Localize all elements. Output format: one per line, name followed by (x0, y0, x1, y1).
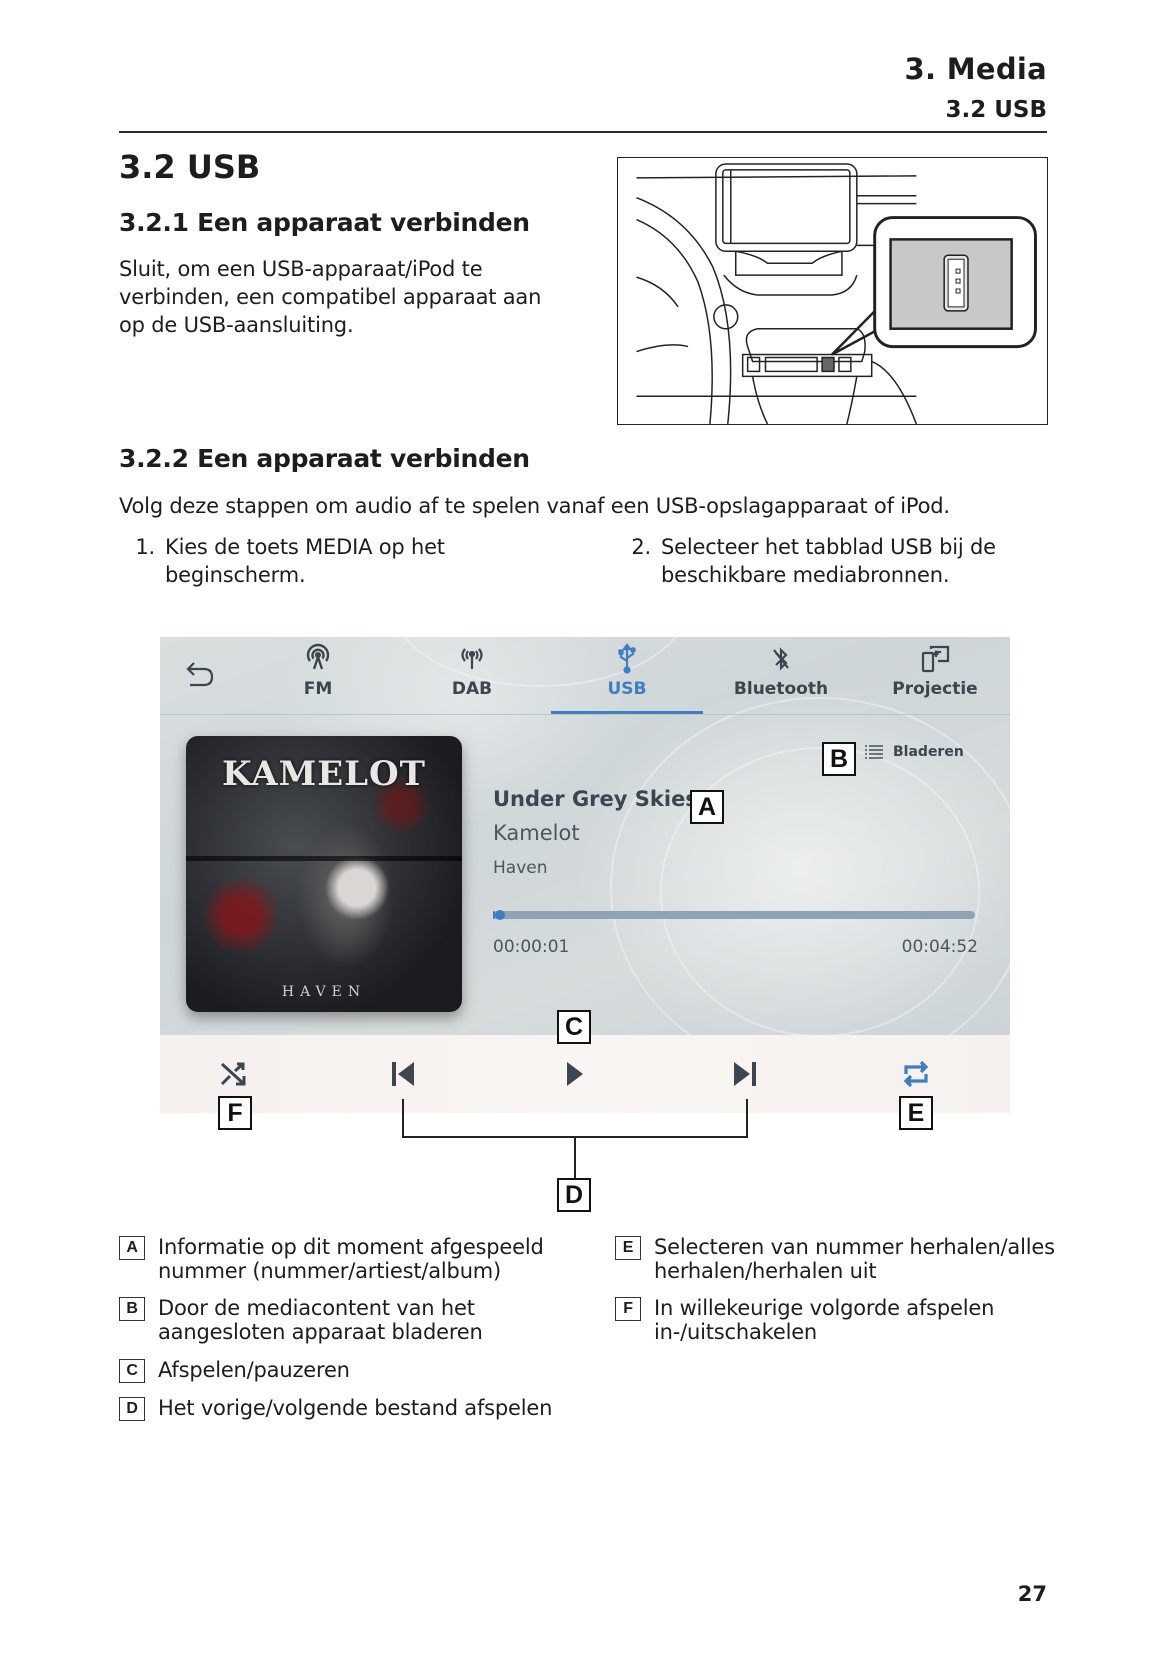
legend-text: In willekeurige volgorde afspelen in-/ui… (654, 1296, 995, 1344)
chapter-heading: 3. Media (904, 52, 1047, 86)
legend-item: D Het vorige/volgende bestand afspelen (119, 1396, 579, 1421)
bracket-line (402, 1099, 404, 1137)
section-heading: 3.2 USB (945, 97, 1047, 123)
legend-item: B Door de mediacontent van het aangeslot… (119, 1296, 579, 1344)
tab-bluetooth[interactable]: Bluetooth (705, 637, 857, 715)
step-text: Kies de toets MEDIA op het beginscherm. (165, 535, 445, 587)
dashboard-drawing (636, 163, 1037, 424)
step-text: Selecteer het tabblad USB bij de beschik… (661, 535, 996, 587)
projection-icon (921, 645, 950, 673)
legend-key: D (119, 1397, 145, 1421)
album-art: KAMELOT HAVEN (186, 736, 462, 1012)
back-arrow-icon[interactable] (182, 657, 218, 693)
bluetooth-off-icon (773, 647, 789, 671)
legend-text: Het vorige/volgende bestand afspelen (158, 1396, 553, 1420)
progress-bar[interactable] (493, 910, 975, 920)
dab-broadcast-icon (461, 648, 483, 669)
tab-label: Projectie (892, 679, 978, 699)
dashboard-usb-illustration (617, 157, 1048, 425)
header-divider (119, 131, 1047, 133)
shuffle-icon[interactable] (216, 1057, 250, 1091)
legend-key: B (119, 1297, 145, 1321)
media-source-tabs: FM DAB USB Bluetooth Projectie (160, 637, 1010, 715)
legend-key: F (615, 1297, 641, 1321)
repeat-icon[interactable] (899, 1057, 933, 1091)
bracket-line (574, 1136, 576, 1178)
active-tab-indicator (551, 711, 703, 714)
album-art-logo: KAMELOT (222, 754, 426, 794)
legend-key: C (119, 1359, 145, 1383)
album-art-subtitle: HAVEN (281, 984, 367, 1000)
legend-text: Afspelen/pauzeren (158, 1358, 350, 1382)
browse-button[interactable]: Bladeren (865, 744, 964, 760)
track-album: Haven (493, 858, 548, 878)
step-item: 1. Kies de toets MEDIA op het beginscher… (131, 533, 511, 589)
progress-knob[interactable] (494, 910, 505, 920)
callout-d: D (557, 1178, 591, 1212)
usb-port-icon (943, 254, 969, 312)
browse-label: Bladeren (893, 744, 964, 760)
playback-controls (160, 1035, 1010, 1113)
fm-antenna-icon (306, 643, 330, 670)
callout-f: F (218, 1096, 252, 1130)
callout-a: A (690, 790, 724, 824)
subsection-2-lead: Volg deze stappen om audio af te spelen … (119, 494, 950, 518)
media-screen: FM DAB USB Bluetooth Projectie KAMELOT H… (160, 637, 1010, 1035)
legend-text: Selecteren van nummer herhalen/alles her… (654, 1235, 1055, 1283)
step-number: 2. (631, 535, 651, 559)
tab-label: Bluetooth (733, 679, 829, 699)
legend-key: A (119, 1236, 145, 1260)
list-icon (865, 745, 883, 759)
track-artist: Kamelot (493, 821, 580, 845)
tab-fm[interactable]: FM (242, 637, 394, 715)
previous-track-icon[interactable] (386, 1057, 420, 1091)
legend-item: C Afspelen/pauzeren (119, 1358, 579, 1383)
total-time: 00:04:52 (901, 937, 978, 957)
next-track-icon[interactable] (728, 1057, 762, 1091)
play-icon[interactable] (557, 1057, 591, 1091)
legend-item: F In willekeurige volgorde afspelen in-/… (615, 1296, 1055, 1344)
step-number: 1. (135, 535, 155, 559)
usb-icon (618, 643, 636, 674)
tab-label: FM (303, 679, 333, 699)
album-art-band (186, 856, 462, 861)
subsection-1-title: 3.2.1 Een apparaat verbinden (119, 208, 530, 237)
tab-projectie[interactable]: Projectie (859, 637, 1010, 715)
legend-key: E (615, 1236, 641, 1260)
subsection-2-title: 3.2.2 Een apparaat verbinden (119, 444, 530, 473)
callout-e: E (899, 1096, 933, 1130)
step-item: 2. Selecteer het tabblad USB bij de besc… (627, 533, 1047, 589)
legend-item: E Selecteren van nummer herhalen/alles h… (615, 1235, 1055, 1283)
legend-item: A Informatie op dit moment afgespeeld nu… (119, 1235, 579, 1283)
track-title: Under Grey Skies (493, 787, 698, 811)
elapsed-time: 00:00:01 (493, 937, 570, 957)
tab-label: DAB (451, 679, 493, 699)
bracket-line (746, 1099, 748, 1137)
subsection-1-text: Sluit, om een USB-apparaat/iPod te verbi… (119, 257, 542, 337)
tab-dab[interactable]: DAB (396, 637, 548, 715)
tab-usb[interactable]: USB (551, 637, 703, 715)
legend-text: Door de mediacontent van het aangesloten… (158, 1296, 483, 1344)
section-title: 3.2 USB (119, 148, 261, 186)
page-number: 27 (1017, 1582, 1047, 1606)
callout-c: C (557, 1010, 591, 1044)
tab-label: USB (607, 679, 647, 699)
callout-b: B (822, 742, 856, 776)
tab-divider (160, 714, 1010, 715)
legend-text: Informatie op dit moment afgespeeld numm… (158, 1235, 544, 1283)
